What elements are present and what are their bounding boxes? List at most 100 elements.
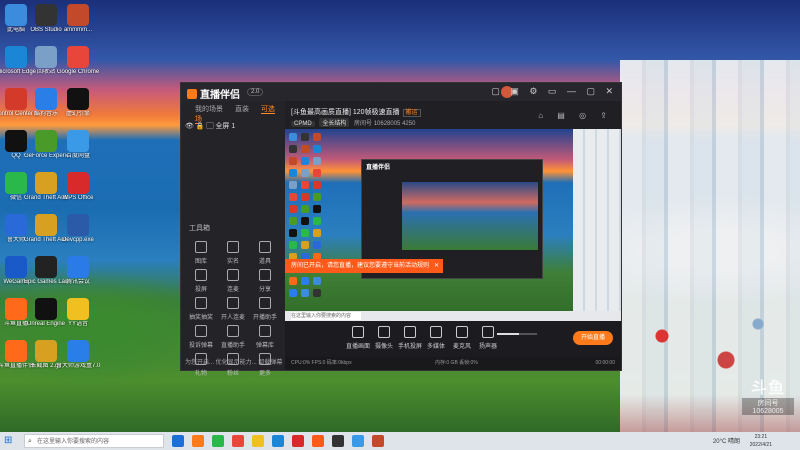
taskbar-app-icon[interactable] [332,435,344,447]
taskbar-app-icon[interactable] [372,435,384,447]
tool-icon [195,241,207,253]
tool-item[interactable]: 道具 [249,237,281,265]
source-button[interactable]: 多媒体 [423,326,449,350]
scene-item[interactable]: 👁 🔒 ▢ 全屏 1 [185,121,235,131]
source-button[interactable]: 摄像头 [371,326,397,350]
desktop-icon-label: Google Chrome [56,69,100,75]
title-bar: 直播伴侣 2.0 ▢ ▣ ⚙ ▭ — ▢ ✕ [181,83,621,101]
source-icon [430,326,442,338]
status-bar: CPU:0% FPS:0 码率:0kbps 内存:0 GB 丢帧:0% 00:0… [285,357,621,370]
category-chip[interactable]: CPMD [291,121,315,127]
source-button[interactable]: 手机投屏 [397,326,423,350]
preview-icon [301,277,309,285]
tool-item[interactable]: 投诉弹幕 [185,321,217,349]
preview-taskbar: 在这里输入你要搜索的内容 [285,311,621,321]
stream-preview[interactable]: 直播伴侣 房间已开启，请您直播，建议您要遵守当前活动规则 ✕ 在这里输入你要搜索的… [285,129,621,321]
taskbar-app-icon[interactable] [252,435,264,447]
tool-item[interactable]: 实名 [217,237,249,265]
source-button[interactable]: 麦克风 [449,326,475,350]
tool-icon [227,297,239,309]
clock[interactable]: 23:21 2022/4/21 [750,433,772,449]
room-title-text: [斗鱼最高画质直播] 120帧极速直播 [291,109,400,116]
desktop-icon[interactable]: Google Chrome [56,44,100,90]
tool-item[interactable]: 图库 [185,237,217,265]
preview-icon [313,289,321,297]
desktop-icon[interactable]: YY语音 [56,296,100,342]
source-icon [482,326,494,338]
tool-icon [227,269,239,281]
preview-icon [301,169,309,177]
taskbar-search[interactable]: ⌕ 在这里输入你要搜索的内容 [24,434,164,448]
tool-item[interactable]: 弹幕库 [249,321,281,349]
tool-item[interactable]: 抽奖抽奖 [185,293,217,321]
tool-label: 开人连麦 [220,315,245,321]
desktop-icon[interactable]: Devcpp.exe [56,212,100,258]
info-icons[interactable]: ⌂ ▤ ◎ ⇪ [538,111,613,120]
status-timer: 00:00:00 [595,360,615,366]
app-icon [67,46,89,68]
desktop-icon-label: WPS Office [62,195,94,201]
tool-item[interactable]: 直播助手 [217,321,249,349]
room-title[interactable]: [斗鱼最高画质直播] 120帧极速直播 搬运 [291,107,421,117]
app-icon [67,130,89,152]
windows-start-icon[interactable]: ⊞ [4,436,14,446]
source-icon [378,326,390,338]
tab-my-scenes[interactable]: 我的场景 [195,106,223,113]
desktop-icon[interactable]: 百度网盘 [56,128,100,174]
tool-item[interactable]: 开人连麦 [217,293,249,321]
tool-item[interactable]: 开播助手 [249,293,281,321]
source-button[interactable]: 直播画面 [345,326,371,350]
tool-icon [195,269,207,281]
left-panel: 我的场景 直装 可选场 👁 🔒 ▢ 全屏 1 工具箱 图库 实名 道具 投屏 连麦 分享抽… [181,101,286,377]
volume-fill [497,333,519,335]
taskbar-app-icon[interactable] [292,435,304,447]
tag-chip[interactable]: 全长结构 [319,118,350,127]
taskbar-app-icon[interactable] [312,435,324,447]
desktop-icon[interactable]: 腾讯会议 [56,254,100,300]
preview-icon [313,241,321,249]
preview-icon [301,157,309,165]
preview-icon [313,181,321,189]
tool-label: 更多 [258,371,271,377]
desktop-icon[interactable]: 鲁大师游戏盒7.0 [56,338,100,384]
taskbar-app-icon[interactable] [232,435,244,447]
preview-icon [301,205,309,213]
app-icon [35,88,57,110]
tab-direct[interactable]: 直装 [235,106,249,113]
notice-banner[interactable]: 房间已开启，请您直播，建议您要遵守当前活动规则 ✕ [285,259,443,273]
preview-icon [313,157,321,165]
toolbox-grid: 图库 实名 道具 投屏 连麦 分享 抽奖抽奖 开人连麦 开播助手 投诉弹幕 直播助手 弹幕库 礼物 粉丝 更… [185,237,281,377]
preview-icon [289,289,297,297]
preview-icon [301,289,309,297]
preview-icon [289,229,297,237]
preview-icon [301,229,309,237]
preview-window-title: 直播伴侣 [366,165,391,171]
desktop-icon-label: ammmm... [63,27,93,33]
preview-icon [301,241,309,249]
room-info-bar: [斗鱼最高画质直播] 120帧极速直播 搬运 CPMD 全长结构 房间号 1062… [285,101,621,129]
room-meta: CPMD 全长结构 房间号 10628005 4250 [291,118,415,127]
tool-item[interactable]: 分享 [249,265,281,293]
taskbar-app-icon[interactable] [192,435,204,447]
window-controls[interactable]: ▢ ▣ ⚙ ▭ — ▢ ✕ [491,86,617,97]
tool-item[interactable]: 连麦 [217,265,249,293]
source-button[interactable]: 扬声器 [475,326,501,350]
preview-icon [289,169,297,177]
taskbar-app-icon[interactable] [352,435,364,447]
desktop-icon[interactable]: WPS Office [56,170,100,216]
volume-slider[interactable] [497,333,537,335]
desktop-icon[interactable]: 虚幻引擎 [56,86,100,132]
tool-item[interactable]: 投屏 [185,265,217,293]
taskbar-app-icon[interactable] [212,435,224,447]
taskbar-app-icon[interactable] [172,435,184,447]
app-icon [35,256,57,278]
preview-icon [313,145,321,153]
taskbar-app-icon[interactable] [272,435,284,447]
start-live-button[interactable]: 开始直播 [573,331,613,345]
close-icon[interactable]: ✕ [434,259,439,273]
source-label: 摄像头 [374,344,393,350]
weather-tray[interactable]: 20°C 晴朗 [713,436,740,445]
heat-count: 4250 [402,121,416,127]
status-memory: 内存:0 GB 丢帧:0% [435,360,478,366]
desktop-icon[interactable]: ammmm... [56,2,100,48]
